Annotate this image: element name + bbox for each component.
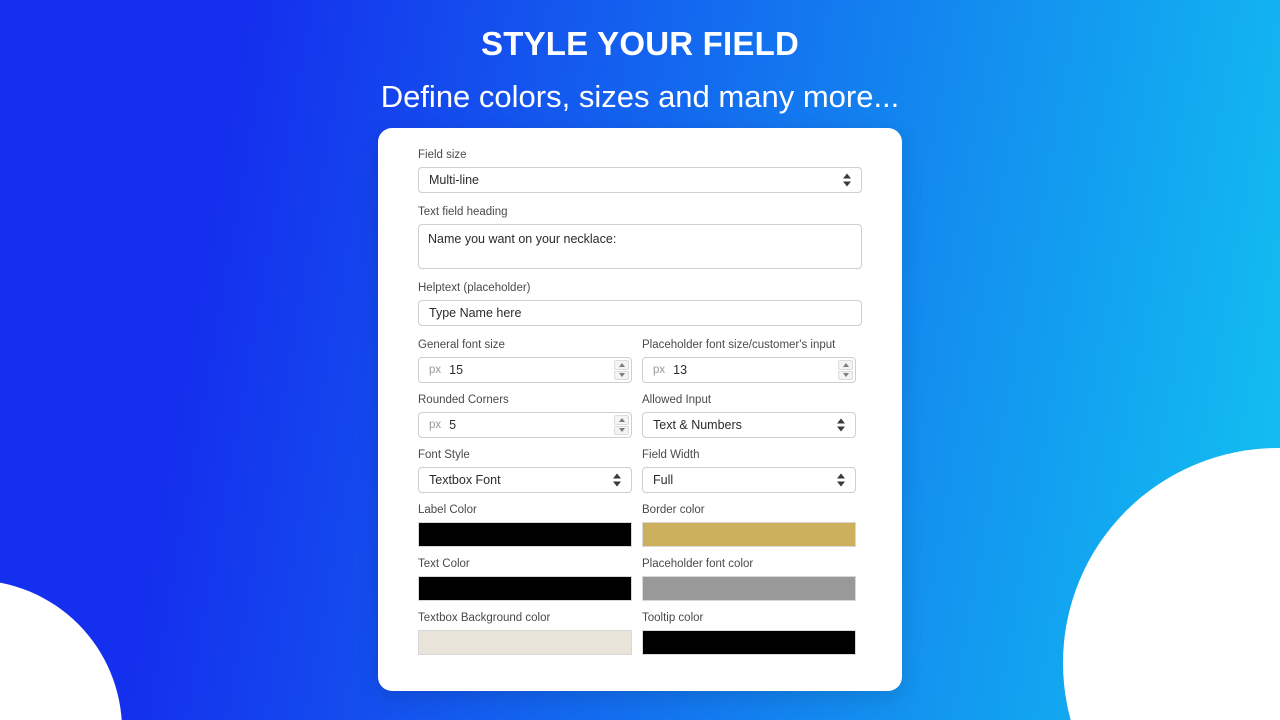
label-textbox-background-color: Textbox Background color — [418, 612, 551, 624]
textarea-text-field-heading[interactable]: Name you want on your necklace: — [418, 224, 862, 269]
decorative-circle-bottom-left — [0, 580, 122, 720]
select-field-width[interactable]: Full — [642, 467, 856, 493]
chevron-updown-icon — [837, 473, 845, 487]
label-tooltip-color: Tooltip color — [642, 612, 704, 624]
label-placeholder-font-size: Placeholder font size/customer's input — [642, 339, 836, 351]
field-group-field-width: Field Width Full — [642, 448, 856, 493]
field-group-helptext: Helptext (placeholder) Type Name here — [418, 281, 862, 326]
style-settings-card: Field size Multi-line Text field heading… — [378, 128, 902, 691]
number-rounded-corners[interactable]: px 5 — [418, 412, 632, 438]
select-font-style[interactable]: Textbox Font — [418, 467, 632, 493]
row-font-sizes: General font size px 15 Placeholder font… — [418, 338, 862, 383]
select-font-style-value: Textbox Font — [429, 473, 501, 487]
field-group-text-color: Text Color — [418, 557, 632, 601]
label-border-color: Border color — [642, 504, 705, 516]
field-group-tooltip-color: Tooltip color — [642, 611, 856, 655]
input-helptext-value: Type Name here — [429, 306, 522, 320]
page-subtitle: Define colors, sizes and many more... — [380, 79, 900, 114]
stepper-down-icon[interactable] — [614, 425, 629, 435]
chevron-updown-icon — [837, 418, 845, 432]
field-group-general-font-size: General font size px 15 — [418, 338, 632, 383]
chevron-updown-icon — [843, 173, 851, 187]
field-group-label-color: Label Color — [418, 503, 632, 547]
label-rounded-corners: Rounded Corners — [418, 394, 509, 406]
page-title: STYLE YOUR FIELD — [481, 25, 799, 62]
label-label-color: Label Color — [418, 504, 477, 516]
label-text-field-heading: Text field heading — [418, 206, 508, 218]
number-general-font-size[interactable]: px 15 — [418, 357, 632, 383]
field-group-placeholder-font-color: Placeholder font color — [642, 557, 856, 601]
label-helptext: Helptext (placeholder) — [418, 282, 531, 294]
unit-placeholder-font-size: px — [653, 364, 666, 376]
number-rounded-corners-value: 5 — [449, 418, 457, 432]
label-field-width: Field Width — [642, 449, 700, 461]
stepper-down-icon[interactable] — [614, 370, 629, 380]
color-swatch-border-color[interactable] — [642, 522, 856, 547]
select-allowed-input-value: Text & Numbers — [653, 418, 742, 432]
label-placeholder-font-color: Placeholder font color — [642, 558, 754, 570]
label-allowed-input: Allowed Input — [642, 394, 712, 406]
row-label-border-color: Label Color Border color — [418, 503, 862, 547]
label-field-size: Field size — [418, 149, 467, 161]
field-group-font-style: Font Style Textbox Font — [418, 448, 632, 493]
field-group-text-field-heading: Text field heading Name you want on your… — [418, 205, 862, 269]
color-swatch-text-color[interactable] — [418, 576, 632, 601]
header-block: STYLE YOUR FIELD Define colors, sizes an… — [0, 0, 1280, 120]
field-group-rounded-corners: Rounded Corners px 5 — [418, 393, 632, 438]
stepper-placeholder-font-size[interactable] — [838, 360, 853, 380]
stepper-down-icon[interactable] — [838, 370, 853, 380]
unit-general-font-size: px — [429, 364, 442, 376]
field-group-placeholder-font-size: Placeholder font size/customer's input p… — [642, 338, 856, 383]
number-placeholder-font-size[interactable]: px 13 — [642, 357, 856, 383]
color-swatch-label-color[interactable] — [418, 522, 632, 547]
stepper-up-icon[interactable] — [838, 360, 853, 370]
decorative-circle-bottom-right — [1063, 448, 1280, 720]
chevron-updown-icon — [613, 473, 621, 487]
row-text-placeholder-color: Text Color Placeholder font color — [418, 557, 862, 601]
field-group-textbox-background-color: Textbox Background color — [418, 611, 632, 655]
number-placeholder-font-size-value: 13 — [673, 363, 688, 377]
stepper-rounded-corners[interactable] — [614, 415, 629, 435]
row-fontstyle-width: Font Style Textbox Font Field Width Full — [418, 448, 862, 493]
row-background-tooltip-color: Textbox Background color Tooltip color — [418, 611, 862, 655]
label-font-style: Font Style — [418, 449, 470, 461]
page-root: STYLE YOUR FIELD Define colors, sizes an… — [0, 0, 1280, 720]
color-swatch-textbox-background-color[interactable] — [418, 630, 632, 655]
select-field-size-value: Multi-line — [429, 173, 480, 187]
field-group-border-color: Border color — [642, 503, 856, 547]
stepper-general-font-size[interactable] — [614, 360, 629, 380]
color-swatch-placeholder-font-color[interactable] — [642, 576, 856, 601]
label-general-font-size: General font size — [418, 339, 505, 351]
label-text-color: Text Color — [418, 558, 470, 570]
select-allowed-input[interactable]: Text & Numbers — [642, 412, 856, 438]
stepper-up-icon[interactable] — [614, 415, 629, 425]
field-group-allowed-input: Allowed Input Text & Numbers — [642, 393, 856, 438]
select-field-size[interactable]: Multi-line — [418, 167, 862, 193]
textarea-text-field-heading-value: Name you want on your necklace: — [428, 232, 617, 246]
color-swatch-tooltip-color[interactable] — [642, 630, 856, 655]
row-corners-allowed: Rounded Corners px 5 Allowed Input Text … — [418, 393, 862, 438]
stepper-up-icon[interactable] — [614, 360, 629, 370]
field-group-field-size: Field size Multi-line — [418, 148, 862, 193]
input-helptext[interactable]: Type Name here — [418, 300, 862, 326]
number-general-font-size-value: 15 — [449, 363, 464, 377]
unit-rounded-corners: px — [429, 419, 442, 431]
select-field-width-value: Full — [653, 473, 674, 487]
